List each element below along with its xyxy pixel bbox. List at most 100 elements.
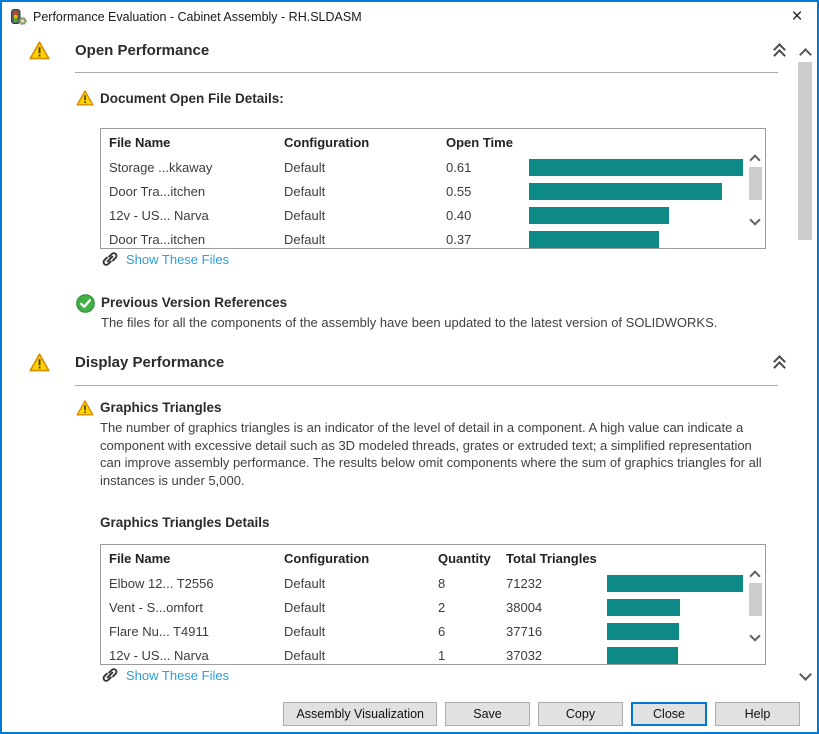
table-row[interactable]: Flare Nu... T4911Default637716 [101,619,765,643]
section-divider [75,72,778,73]
copy-button[interactable]: Copy [538,702,623,726]
scroll-down-icon[interactable] [796,668,814,684]
close-button[interactable]: Close [631,702,707,726]
value-bar [607,599,743,616]
config-cell: Default [284,232,446,247]
show-these-files-link[interactable]: Show These Files [101,250,229,268]
table-scrollbar[interactable] [747,567,763,644]
qty-cell: 6 [438,624,506,639]
config-cell: Default [284,576,438,591]
section-title-display-performance: Display Performance [75,354,224,371]
graphics-triangles-description: The number of graphics triangles is an i… [100,419,776,489]
table-header: File NameConfigurationQuantityTotal Tria… [101,546,765,571]
close-icon[interactable]: × [783,5,811,29]
qty-cell: 1 [438,648,506,663]
previous-version-title: Previous Version References [101,295,287,310]
traffic-light-icon [10,9,27,26]
table-row[interactable]: Storage ...kkawayDefault0.61 [101,155,765,179]
open-file-details-table: File NameConfigurationOpen Time Storage … [100,128,766,249]
column-header: Open Time [446,135,529,150]
chain-link-icon [101,250,119,268]
collapse-chevron-icon[interactable] [771,43,791,61]
success-check-icon [76,294,95,318]
table-scrollbar[interactable] [747,151,763,228]
value-bar [607,623,743,640]
help-button[interactable]: Help [715,702,800,726]
warning-icon [29,41,50,65]
chain-link-icon [101,666,119,684]
value-bar [529,231,743,248]
warning-icon [76,90,94,111]
column-header: Configuration [284,135,446,150]
graphics-triangles-table: File NameConfigurationQuantityTotal Tria… [100,544,766,665]
file-cell: 12v - US... Narva [109,648,284,663]
vertical-scrollbar[interactable] [796,44,814,684]
warning-icon [76,400,94,421]
column-header: Total Triangles [506,551,607,566]
titlebar: Performance Evaluation - Cabinet Assembl… [2,2,817,32]
section-divider [75,385,778,386]
value-cell: 38004 [506,600,607,615]
value-cell: 71232 [506,576,607,591]
value-cell: 37032 [506,648,607,663]
config-cell: Default [284,184,446,199]
table-header: File NameConfigurationOpen Time [101,130,765,155]
column-header: File Name [109,551,284,566]
scroll-down-icon[interactable] [747,630,763,644]
column-header: Quantity [438,551,506,566]
value-cell: 0.55 [446,184,529,199]
table-row[interactable]: 12v - US... NarvaDefault137032 [101,643,765,665]
file-cell: Door Tra...itchen [109,232,284,247]
value-bar [607,647,743,664]
value-bar [529,207,743,224]
section-title-open-performance: Open Performance [75,42,209,59]
table-row[interactable]: 12v - US... NarvaDefault0.40 [101,203,765,227]
show-these-files-label: Show These Files [126,252,229,267]
config-cell: Default [284,600,438,615]
column-header: File Name [109,135,284,150]
warning-icon [29,353,50,377]
file-cell: Elbow 12... T2556 [109,576,284,591]
scroll-up-icon[interactable] [796,44,814,60]
graphics-triangles-title: Graphics Triangles [100,400,222,415]
config-cell: Default [284,624,438,639]
value-cell: 37716 [506,624,607,639]
config-cell: Default [284,648,438,663]
value-cell: 0.37 [446,232,529,247]
value-cell: 0.40 [446,208,529,223]
show-these-files-label: Show These Files [126,668,229,683]
file-cell: Vent - S...omfort [109,600,284,615]
file-cell: 12v - US... Narva [109,208,284,223]
table-row[interactable]: Door Tra...itchenDefault0.37 [101,227,765,249]
previous-version-text: The files for all the components of the … [101,314,791,332]
save-button[interactable]: Save [445,702,530,726]
footer-button-bar: Assembly Visualization Save Copy Close Help [0,702,800,726]
value-cell: 0.61 [446,160,529,175]
table-row[interactable]: Elbow 12... T2556Default871232 [101,571,765,595]
scroll-up-icon[interactable] [747,151,763,165]
scrollbar-thumb[interactable] [798,62,812,240]
graphics-triangles-details-title: Graphics Triangles Details [100,515,270,530]
config-cell: Default [284,160,446,175]
config-cell: Default [284,208,446,223]
qty-cell: 2 [438,600,506,615]
assembly-visualization-button[interactable]: Assembly Visualization [283,702,437,726]
qty-cell: 8 [438,576,506,591]
file-cell: Storage ...kkaway [109,160,284,175]
value-bar [607,575,743,592]
table-row[interactable]: Vent - S...omfortDefault238004 [101,595,765,619]
scroll-down-icon[interactable] [747,214,763,228]
scrollbar-thumb[interactable] [749,167,762,200]
value-bar [529,159,743,176]
value-bar [529,183,743,200]
open-file-details-title: Document Open File Details: [100,91,284,106]
scroll-up-icon[interactable] [747,567,763,581]
file-cell: Door Tra...itchen [109,184,284,199]
window-title: Performance Evaluation - Cabinet Assembl… [33,10,362,24]
table-row[interactable]: Door Tra...itchenDefault0.55 [101,179,765,203]
scrollbar-thumb[interactable] [749,583,762,616]
file-cell: Flare Nu... T4911 [109,624,284,639]
show-these-files-link[interactable]: Show These Files [101,666,229,684]
collapse-chevron-icon[interactable] [771,355,791,373]
performance-evaluation-dialog: Performance Evaluation - Cabinet Assembl… [0,0,819,734]
